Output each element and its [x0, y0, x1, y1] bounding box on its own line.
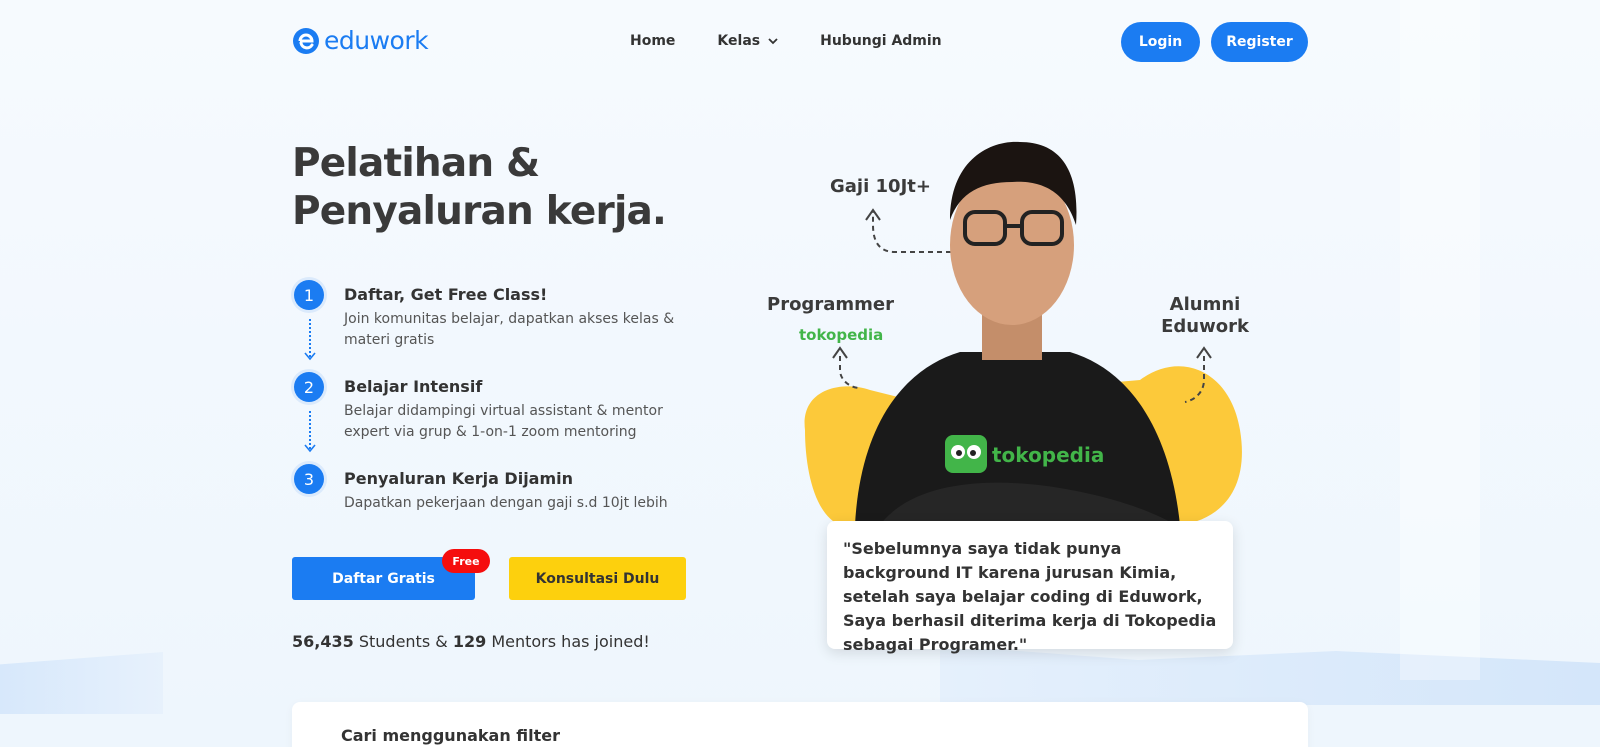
login-button[interactable]: Login: [1121, 22, 1200, 62]
konsultasi-button[interactable]: Konsultasi Dulu: [509, 557, 686, 600]
nav-hubungi-admin[interactable]: Hubungi Admin: [820, 33, 942, 49]
arrow-programmer: [839, 356, 861, 389]
mentors-label: Mentors has joined!: [491, 632, 650, 651]
decor-wave-left: [0, 652, 163, 714]
tokopedia-shirt-logo-icon: [945, 435, 987, 473]
arrow-down-icon: [304, 444, 316, 453]
filter-title: Cari menggunakan filter: [341, 726, 561, 745]
step-title: Daftar, Get Free Class!: [344, 285, 548, 304]
nav-kelas-label: Kelas: [717, 33, 761, 49]
step-number: 1: [294, 280, 324, 310]
hero-title: Pelatihan & Penyaluran kerja.: [292, 140, 712, 236]
decor-side-panel: [1400, 0, 1480, 680]
label-tokopedia: tokopedia: [799, 326, 884, 344]
step-number: 3: [294, 464, 324, 494]
label-alumni: Alumni Eduwork: [1161, 294, 1249, 337]
step-description: Dapatkan pekerjaan dengan gaji s.d 10jt …: [344, 495, 668, 511]
logo-text: eduwork: [324, 26, 429, 55]
nav-kelas[interactable]: Kelas: [717, 33, 778, 49]
step-number: 2: [294, 372, 324, 402]
arrow-down-icon: [304, 352, 316, 361]
step-description: Join komunitas belajar, dapatkan akses k…: [344, 311, 675, 348]
filter-card: Cari menggunakan filter: [292, 702, 1308, 747]
step-title: Penyaluran Kerja Dijamin: [344, 469, 574, 488]
navbar: eduwork Home Kelas Hubungi Admin Login R…: [292, 20, 1308, 64]
label-programmer: Programmer: [767, 294, 894, 315]
logo[interactable]: eduwork: [292, 26, 429, 55]
hero-title-line1: Pelatihan &: [292, 141, 540, 186]
join-stats: 56,435 Students & 129 Mentors has joined…: [292, 632, 650, 651]
shirt-brand-text: tokopedia: [992, 443, 1104, 467]
register-button[interactable]: Register: [1211, 22, 1308, 62]
nav-menu: Home Kelas Hubungi Admin: [630, 33, 942, 49]
mentors-count: 129: [452, 632, 487, 651]
hero-title-line2: Penyaluran kerja.: [292, 189, 667, 234]
arrow-gaji: [872, 212, 960, 253]
step-description: Belajar didampingi virtual assistant & m…: [344, 403, 663, 440]
free-badge: Free: [442, 549, 490, 573]
nav-home[interactable]: Home: [630, 33, 675, 49]
testimonial-card: "Sebelumnya saya tidak punya background …: [827, 521, 1233, 654]
label-gaji: Gaji 10Jt+: [830, 176, 931, 197]
step-title: Belajar Intensif: [344, 377, 483, 396]
chevron-down-icon: [768, 38, 778, 45]
testimonial-quote: "Sebelumnya saya tidak punya background …: [843, 539, 1217, 654]
eduwork-logo-icon: [293, 27, 319, 54]
students-count: 56,435: [292, 632, 354, 651]
students-label: Students &: [358, 632, 448, 651]
